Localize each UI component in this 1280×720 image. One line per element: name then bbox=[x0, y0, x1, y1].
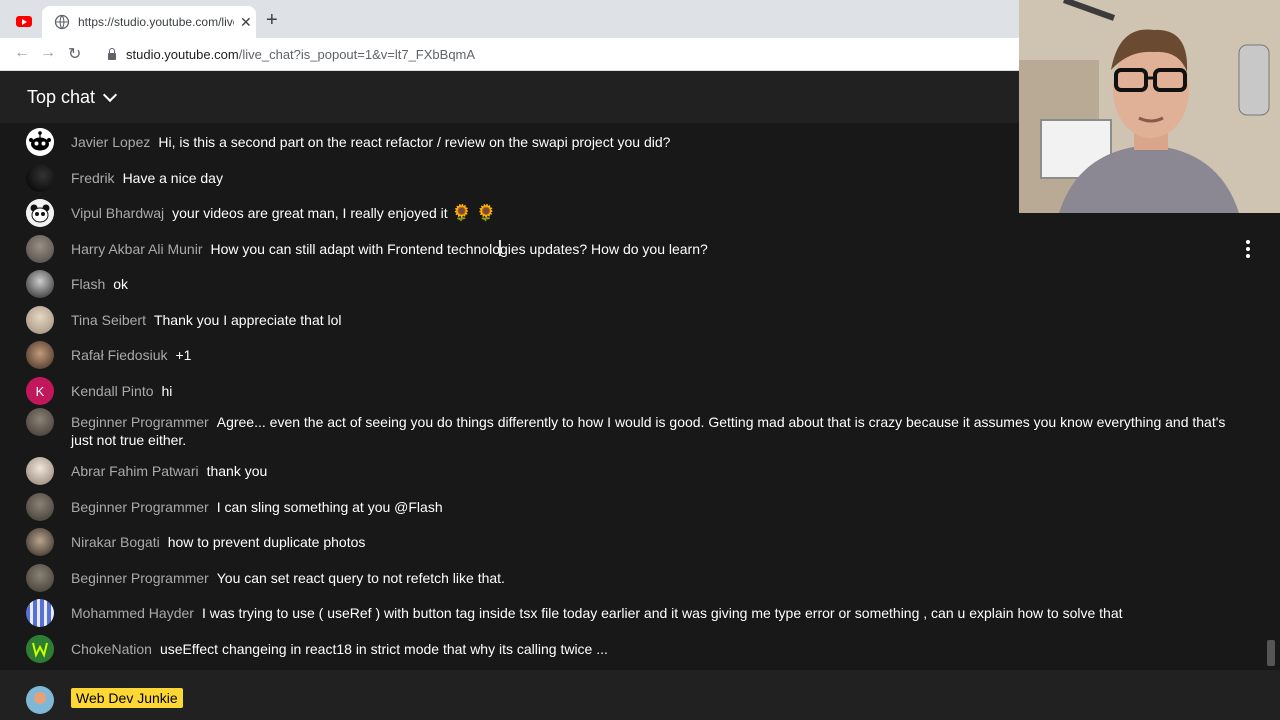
message-author[interactable]: Fredrik bbox=[71, 170, 115, 186]
chat-message[interactable]: Abrar Fahim Patwari thank you bbox=[26, 457, 1236, 485]
avatar bbox=[26, 635, 54, 663]
avatar bbox=[26, 199, 54, 227]
chat-message[interactable]: Harry Akbar Ali Munir How you can still a… bbox=[26, 235, 1236, 263]
message-author[interactable]: Vipul Bhardwaj bbox=[71, 205, 164, 221]
sunflower-emoji: 🌻 🌻 bbox=[451, 205, 496, 222]
chat-message[interactable]: K Kendall Pinto hi bbox=[26, 377, 1236, 405]
youtube-tab[interactable] bbox=[10, 8, 38, 34]
message-text: +1 bbox=[175, 347, 192, 363]
self-avatar bbox=[26, 686, 54, 714]
message-author[interactable]: Javier Lopez bbox=[71, 134, 150, 150]
tab-title: https://studio.youtube.com/live_chat?is_… bbox=[78, 15, 234, 29]
avatar bbox=[26, 235, 54, 263]
message-text: hi bbox=[161, 383, 173, 399]
message-text: I was trying to use ( useRef ) with butt… bbox=[201, 605, 1123, 621]
avatar bbox=[26, 270, 54, 298]
chat-message[interactable]: ChokeNation useEffect changeing in react1… bbox=[26, 635, 1236, 663]
active-tab[interactable]: https://studio.youtube.com/live_chat?is_… bbox=[42, 6, 256, 38]
message-author[interactable]: Mohammed Hayder bbox=[71, 605, 194, 621]
lock-icon bbox=[108, 47, 116, 60]
logo-icon bbox=[26, 635, 54, 663]
message-author[interactable]: Beginner Programmer bbox=[71, 499, 209, 515]
self-name-badge: Web Dev Junkie bbox=[71, 688, 183, 708]
robot-icon bbox=[26, 128, 54, 156]
avatar bbox=[26, 457, 54, 485]
message-text: I can sling something at you @Flash bbox=[216, 499, 443, 515]
chat-message[interactable]: Beginner Programmer You can set react que… bbox=[26, 564, 1236, 592]
url-path: /live_chat?is_popout=1&v=lt7_FXbBqmA bbox=[238, 46, 476, 62]
avatar bbox=[26, 493, 54, 521]
chat-message[interactable]: Nirakar Bogati how to prevent duplicate p… bbox=[26, 528, 1236, 556]
chevron-down-icon bbox=[102, 87, 118, 102]
message-text: Thank you I appreciate that lol bbox=[153, 312, 342, 328]
avatar bbox=[26, 306, 54, 334]
text-cursor-icon bbox=[499, 240, 501, 256]
message-author[interactable]: Tina Seibert bbox=[71, 312, 146, 328]
chat-message[interactable]: Beginner Programmer I can sling something… bbox=[26, 493, 1236, 521]
avatar bbox=[26, 128, 54, 156]
webcam-person-image bbox=[1019, 0, 1280, 213]
message-text: your videos are great man, I really enjo… bbox=[172, 205, 448, 221]
message-text: how to prevent duplicate photos bbox=[167, 534, 366, 550]
globe-icon bbox=[54, 14, 70, 30]
message-author[interactable]: Beginner Programmer bbox=[71, 414, 209, 430]
chat-message[interactable]: Rafał Fiedosiuk +1 bbox=[26, 341, 1236, 369]
message-text: thank you bbox=[206, 463, 268, 479]
youtube-icon bbox=[16, 15, 32, 27]
message-author[interactable]: Kendall Pinto bbox=[71, 383, 154, 399]
url-host: studio.youtube.com bbox=[126, 46, 239, 62]
webcam-overlay bbox=[1019, 0, 1280, 213]
reload-icon[interactable]: ↻ bbox=[68, 44, 81, 64]
new-tab-button[interactable]: + bbox=[266, 10, 278, 30]
message-author[interactable]: Nirakar Bogati bbox=[71, 534, 160, 550]
chat-message[interactable]: Flash ok bbox=[26, 270, 1236, 298]
avatar: K bbox=[26, 377, 54, 405]
forward-icon[interactable]: → bbox=[40, 44, 56, 62]
back-icon[interactable]: ← bbox=[14, 44, 30, 62]
avatar bbox=[26, 164, 54, 192]
close-tab-icon[interactable]: ✕ bbox=[240, 14, 252, 31]
message-author[interactable]: Harry Akbar Ali Munir bbox=[71, 241, 202, 257]
message-text: How you can still adapt with Frontend te… bbox=[210, 241, 708, 257]
avatar bbox=[26, 528, 54, 556]
message-author[interactable]: Rafał Fiedosiuk bbox=[71, 347, 168, 363]
chat-message[interactable]: Beginner Programmer Agree... even the act… bbox=[26, 408, 1236, 449]
avatar bbox=[26, 408, 54, 436]
message-text: Hi, is this a second part on the react r… bbox=[158, 134, 671, 150]
chat-message[interactable]: Mohammed Hayder I was trying to use ( use… bbox=[26, 599, 1236, 627]
message-text: Have a nice day bbox=[122, 170, 223, 186]
chat-message[interactable]: Tina Seibert Thank you I appreciate that … bbox=[26, 306, 1236, 334]
message-author[interactable]: Flash bbox=[71, 276, 105, 292]
avatar bbox=[26, 599, 54, 627]
more-options-icon[interactable] bbox=[1240, 240, 1256, 258]
message-author[interactable]: Beginner Programmer bbox=[71, 570, 209, 586]
message-text: You can set react query to not refetch l… bbox=[216, 570, 505, 586]
chat-mode-dropdown[interactable]: Top chat bbox=[27, 87, 118, 108]
scrollbar-thumb[interactable] bbox=[1267, 640, 1275, 666]
panda-icon bbox=[26, 199, 54, 227]
address-bar[interactable]: studio.youtube.com/live_chat?is_popout=1… bbox=[100, 42, 1000, 66]
message-text: useEffect changeing in react18 in strict… bbox=[159, 641, 608, 657]
chat-input-area: Web Dev Junkie bbox=[0, 670, 1280, 720]
message-author[interactable]: ChokeNation bbox=[71, 641, 152, 657]
message-author[interactable]: Abrar Fahim Patwari bbox=[71, 463, 199, 479]
avatar bbox=[26, 564, 54, 592]
avatar bbox=[26, 341, 54, 369]
chat-mode-label: Top chat bbox=[27, 87, 96, 107]
message-text: ok bbox=[113, 276, 129, 292]
message-text: Agree... even the act of seeing you do t… bbox=[71, 414, 1226, 448]
